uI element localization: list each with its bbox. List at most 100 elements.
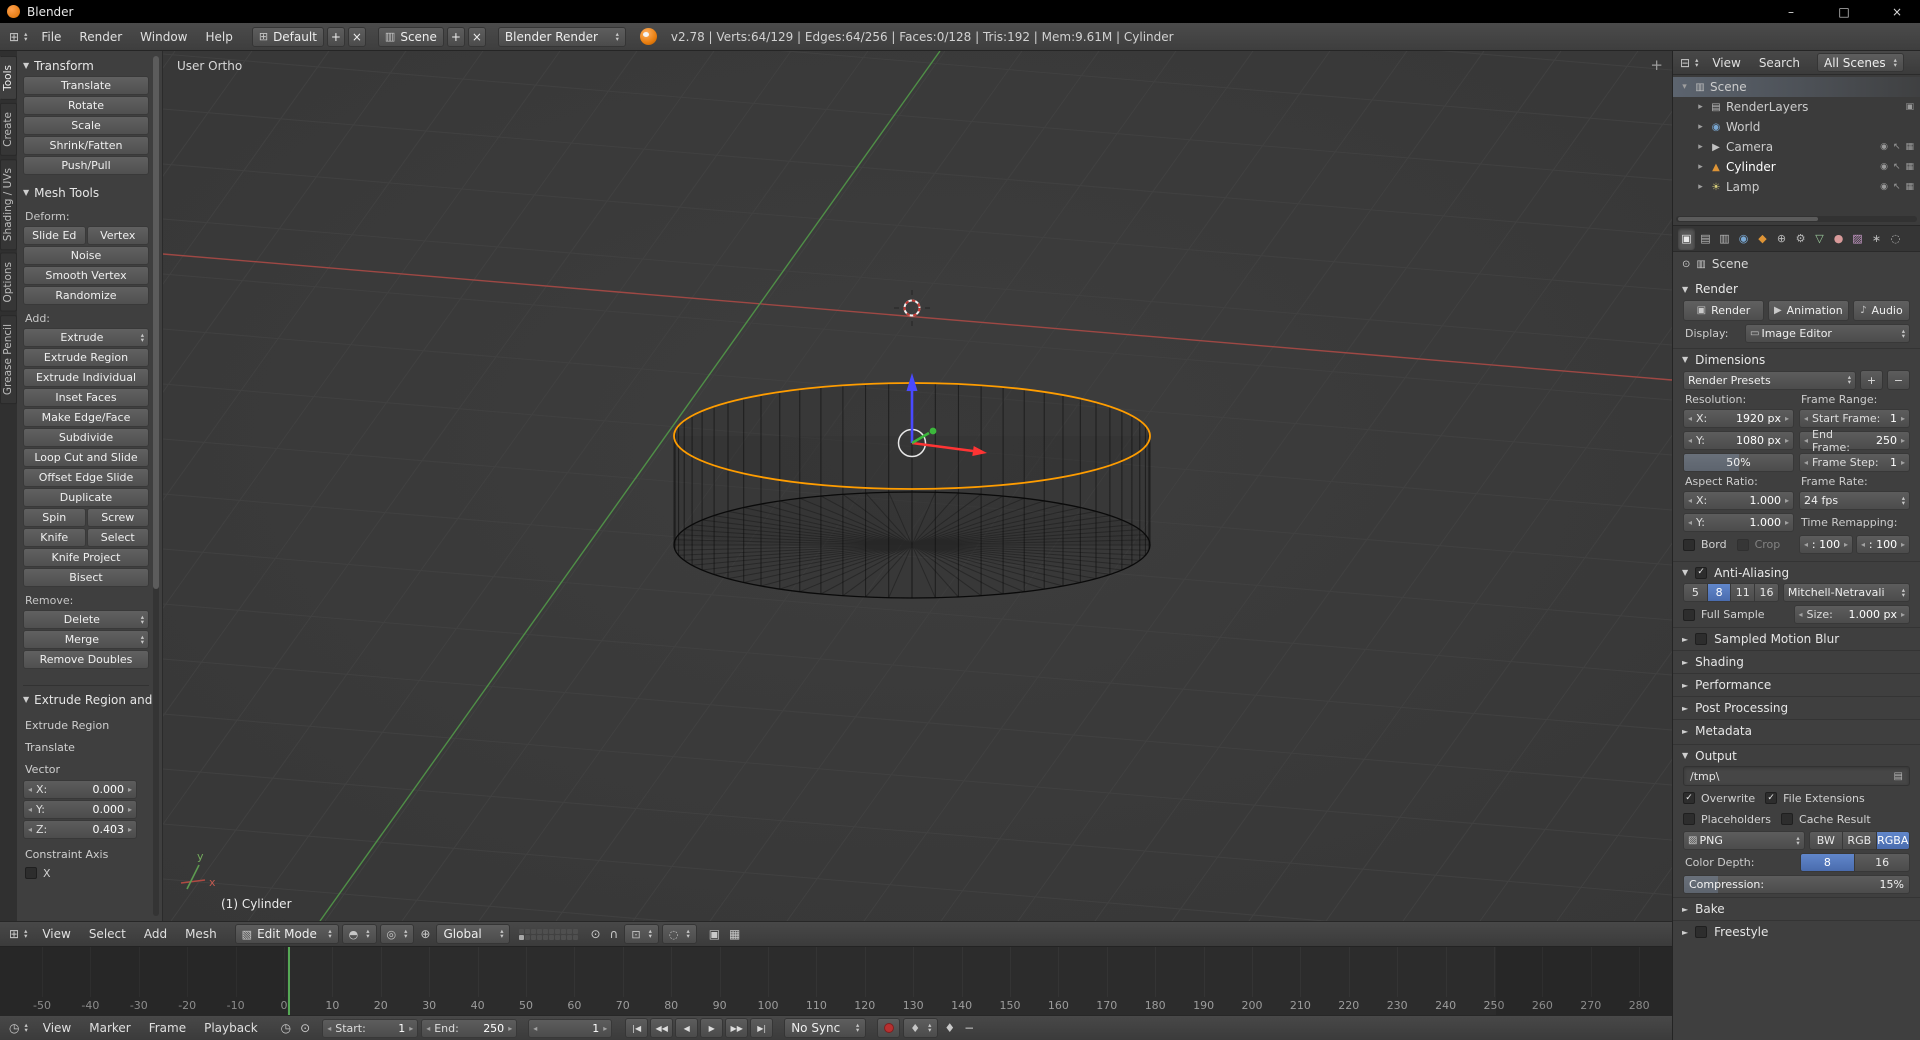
maximize-button[interactable]: □ <box>1821 0 1867 23</box>
properties-tab-particles[interactable]: ∗ <box>1868 228 1885 250</box>
sampled-motion-blur-section-header[interactable]: ► Sampled Motion Blur <box>1673 627 1920 650</box>
channels-rgba-button[interactable]: RGBA <box>1876 831 1910 850</box>
shading-section-header[interactable]: ► Shading <box>1673 650 1920 673</box>
render-engine-selector[interactable]: Blender Render ▴ ▾ <box>497 26 626 47</box>
remap-new-field[interactable]: ◂: 100 ▸ <box>1856 535 1910 554</box>
open-properties-region-button[interactable]: + <box>1650 56 1663 74</box>
disclosure-icon[interactable]: ▸ <box>1695 162 1706 172</box>
tool-select-button[interactable]: Select <box>86 528 149 547</box>
info-menu-window[interactable]: Window <box>131 30 196 44</box>
disclosure-icon[interactable]: ▸ <box>1695 182 1706 192</box>
post-processing-section-header[interactable]: ► Post Processing <box>1673 696 1920 719</box>
view3d-menu-select[interactable]: Select <box>80 927 135 941</box>
layer-toggle-13[interactable] <box>531 934 537 940</box>
view3d-menu-add[interactable]: Add <box>135 927 176 941</box>
delete-keyframe-button[interactable]: − <box>961 1021 977 1035</box>
viewport-3d[interactable]: User Ortho (1) Cylinder + x y <box>163 51 1672 921</box>
viewport-shading-selector[interactable]: ◓ ▴ ▾ <box>341 924 377 944</box>
layer-toggle-6[interactable] <box>549 928 555 934</box>
layer-toggle-14[interactable] <box>537 934 543 940</box>
render-section-header[interactable]: ▼ Render <box>1673 278 1920 300</box>
aa-filter-selector[interactable]: Mitchell-Netravali ▴ ▾ <box>1782 583 1910 602</box>
tool-delete-menu-button[interactable]: Delete ▴ ▾ <box>23 610 149 629</box>
jump-to-start-button[interactable]: |◀ <box>625 1018 649 1038</box>
layer-toggle-11[interactable] <box>519 934 525 940</box>
view3d-menu-view[interactable]: View <box>33 927 79 941</box>
resolution-percentage-slider[interactable]: 50% <box>1683 453 1794 472</box>
sync-mode-selector[interactable]: No Sync ▴ ▾ <box>784 1018 867 1038</box>
aspect-x-field[interactable]: ◂ X: 1.000 ▸ <box>1683 491 1794 510</box>
tool-merge-menu-button[interactable]: Merge ▴ ▾ <box>23 630 149 649</box>
info-menu-help[interactable]: Help <box>196 30 241 44</box>
record-button[interactable] <box>877 1018 901 1038</box>
disclosure-icon[interactable]: ▸ <box>1695 102 1706 112</box>
tool-make-edge-face-button[interactable]: Make Edge/Face <box>23 408 149 427</box>
next-keyframe-button[interactable]: ▶▶ <box>725 1018 749 1038</box>
tool-subdivide-button[interactable]: Subdivide <box>23 428 149 447</box>
tool-duplicate-button[interactable]: Duplicate <box>23 488 149 507</box>
tool-inset-faces-button[interactable]: Inset Faces <box>23 388 149 407</box>
tool-push-pull-button[interactable]: Push/Pull <box>23 156 149 175</box>
tool-offset-edge-slide-button[interactable]: Offset Edge Slide <box>23 468 149 487</box>
tool-smooth-vertex-button[interactable]: Smooth Vertex <box>23 266 149 285</box>
end-frame-field[interactable]: ◂ End: 250 ▸ <box>421 1018 518 1038</box>
compression-slider[interactable]: Compression: 15% <box>1683 875 1910 894</box>
layer-toggle-9[interactable] <box>567 928 573 934</box>
mode-selector[interactable]: ▧ Edit Mode ▴ ▾ <box>234 924 339 944</box>
constraint-x-checkbox[interactable]: X <box>25 864 149 882</box>
outliner-row-lamp[interactable]: ▸ ☀ Lamp ◉ ↖ ▦ <box>1673 177 1920 197</box>
tool-noise-button[interactable]: Noise <box>23 246 149 265</box>
properties-tab-render[interactable]: ▣ <box>1678 227 1695 250</box>
bake-section-header[interactable]: ► Bake <box>1673 897 1920 920</box>
vector-x-field[interactable]: ◂ X: 0.000 ▸ <box>23 780 137 799</box>
previous-keyframe-button[interactable]: ◀◀ <box>650 1018 674 1038</box>
properties-tab-material[interactable]: ● <box>1830 228 1847 250</box>
aspect-y-field[interactable]: ◂ Y: 1.000 ▸ <box>1683 513 1794 532</box>
snap-element-selector[interactable]: ⊡ ▴ ▾ <box>624 924 659 944</box>
layer-toggle-5[interactable] <box>543 928 549 934</box>
timeline-menu-frame[interactable]: Frame <box>140 1021 195 1035</box>
layer-toggle-20[interactable] <box>573 934 579 940</box>
start-frame-field[interactable]: ◂ Start: 1 ▸ <box>322 1018 419 1038</box>
manipulator-toggle[interactable]: ⊕ <box>417 927 433 941</box>
layer-toggle-16[interactable] <box>549 934 555 940</box>
close-button[interactable]: × <box>1874 0 1920 23</box>
screen-layout-selector[interactable]: ⊞ Default <box>251 26 324 47</box>
tool-tab-shading-uvs[interactable]: Shading / UVs <box>0 158 17 250</box>
mesh-tools-panel-header[interactable]: ▼ Mesh Tools <box>23 182 149 203</box>
properties-tab-texture[interactable]: ▨ <box>1849 228 1866 250</box>
render-icon[interactable]: ▦ <box>1905 162 1914 172</box>
layer-toggle-3[interactable] <box>531 928 537 934</box>
outliner-menu-search[interactable]: Search <box>1750 56 1809 70</box>
lock-icon[interactable]: ⊙ <box>587 927 603 941</box>
timeline-editor-type-button[interactable]: ◷ ▴ ▾ <box>6 1021 31 1035</box>
aa-samples-5-button[interactable]: 5 <box>1683 583 1708 602</box>
tool-bisect-button[interactable]: Bisect <box>23 568 149 587</box>
outliner-row-cylinder[interactable]: ▸ ▲ Cylinder ◉ ↖ ▦ <box>1673 157 1920 177</box>
aa-samples-8-button[interactable]: 8 <box>1707 583 1732 602</box>
render-animation-button[interactable]: ▶ Animation <box>1767 300 1849 321</box>
vector-z-field[interactable]: ◂ Z: 0.403 ▸ <box>23 820 137 839</box>
overwrite-checkbox[interactable]: ✓ Overwrite <box>1683 789 1755 807</box>
end-frame-field-props[interactable]: ◂ End Frame: 250 ▸ <box>1799 428 1910 454</box>
tool-shelf-scrollbar[interactable] <box>153 56 159 916</box>
tool-extrude-region-button[interactable]: Extrude Region <box>23 348 149 367</box>
insert-keyframe-button[interactable]: ♦ <box>941 1021 958 1035</box>
tool-loop-cut-and-slide-button[interactable]: Loop Cut and Slide <box>23 448 149 467</box>
dimensions-section-header[interactable]: ▼ Dimensions <box>1673 348 1920 370</box>
scene-selector[interactable]: ▥ Scene <box>377 26 444 47</box>
remap-old-field[interactable]: ◂: 100 ▸ <box>1799 535 1853 554</box>
cache-result-checkbox[interactable]: Cache Result <box>1781 810 1871 828</box>
minimize-button[interactable]: – <box>1768 0 1814 23</box>
aa-size-field[interactable]: ◂ Size: 1.000 px ▸ <box>1793 605 1910 624</box>
channels-rgb-button[interactable]: RGB <box>1843 831 1877 850</box>
resolution-x-field[interactable]: ◂ X: 1920 px ▸ <box>1683 409 1794 428</box>
select-icon[interactable]: ↖ <box>1893 162 1901 172</box>
crop-checkbox[interactable]: Crop <box>1736 536 1780 554</box>
opengl-render-still-button[interactable]: ▣ <box>706 927 723 941</box>
layer-toggle-8[interactable] <box>561 928 567 934</box>
disclosure-icon[interactable]: ▾ <box>1679 82 1690 92</box>
properties-tab-render-layers[interactable]: ▤ <box>1697 228 1714 250</box>
output-section-header[interactable]: ▼ Output <box>1673 744 1920 766</box>
tool-shrink-fatten-button[interactable]: Shrink/Fatten <box>23 136 149 155</box>
